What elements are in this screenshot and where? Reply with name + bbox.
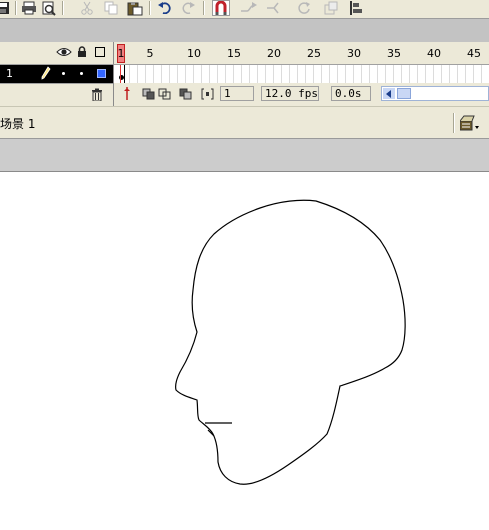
frame-rate-field[interactable]: 12.0 fps xyxy=(261,86,319,101)
lock-icon[interactable] xyxy=(77,46,87,61)
elapsed-time-field: 0.0s xyxy=(331,86,371,101)
scroll-thumb[interactable] xyxy=(397,88,411,99)
toolbar-separator xyxy=(203,1,204,15)
current-frame-field[interactable]: 1 xyxy=(220,86,254,101)
smooth-icon[interactable] xyxy=(240,0,258,16)
scroll-left-icon[interactable] xyxy=(383,88,395,99)
layer-outline-color-icon[interactable] xyxy=(97,69,106,78)
stage-canvas[interactable] xyxy=(0,172,489,530)
print-preview-icon[interactable] xyxy=(40,0,58,16)
cut-icon[interactable] xyxy=(78,0,96,16)
timeline-status-bar: 1 12.0 fps 0.0s xyxy=(113,83,489,106)
frame-tick-label: 15 xyxy=(227,47,241,60)
layer-footer xyxy=(0,83,113,106)
frame-tick-label: 45 xyxy=(467,47,481,60)
edit-multiple-frames-icon[interactable] xyxy=(178,87,192,100)
frame-tick-label: 20 xyxy=(267,47,281,60)
main-toolbar xyxy=(0,0,489,18)
pencil-icon xyxy=(41,66,51,83)
center-frame-icon[interactable] xyxy=(120,87,134,100)
onion-skin-outlines-icon[interactable] xyxy=(157,87,171,100)
frame-row[interactable] xyxy=(113,65,489,83)
straighten-icon[interactable] xyxy=(266,0,284,16)
layer-header xyxy=(0,42,113,65)
frame-ruler[interactable]: 1 5 10 15 20 25 30 35 40 45 xyxy=(113,42,489,65)
head-outline-drawing[interactable] xyxy=(175,199,406,485)
toolbar-gap xyxy=(0,18,489,42)
frame-tick-label: 30 xyxy=(347,47,361,60)
scene-label[interactable]: 场景 1 xyxy=(0,115,35,132)
frame-tick-label: 40 xyxy=(427,47,441,60)
visibility-dot-icon[interactable] xyxy=(62,72,65,75)
outline-toggle-icon[interactable] xyxy=(95,47,105,57)
toolbar-separator xyxy=(15,1,16,15)
modify-onion-markers-icon[interactable] xyxy=(200,87,214,100)
onion-skin-icon[interactable] xyxy=(141,87,155,100)
timeline-horizontal-scrollbar[interactable] xyxy=(381,86,489,101)
print-icon[interactable] xyxy=(20,0,38,16)
frame-tick-label: 10 xyxy=(187,47,201,60)
lock-dot-icon[interactable] xyxy=(80,72,83,75)
copy-icon[interactable] xyxy=(102,0,120,16)
scale-icon[interactable] xyxy=(322,0,340,16)
stage-pasteboard xyxy=(0,138,489,172)
trash-icon[interactable] xyxy=(91,88,103,104)
redo-icon[interactable] xyxy=(180,0,198,16)
save-icon[interactable] xyxy=(0,0,12,16)
snap-magnet-icon[interactable] xyxy=(212,0,230,16)
timeline-panel: 1 1 5 10 15 20 25 30 35 40 45 1 12.0 fps… xyxy=(0,42,489,106)
rotate-icon[interactable] xyxy=(295,0,313,16)
frame-tick-label: 5 xyxy=(146,47,154,60)
scene-bar-separator xyxy=(453,113,454,133)
frame-tick-label: 1 xyxy=(117,47,125,60)
scene-bar: 场景 1 xyxy=(0,106,489,138)
playhead-line xyxy=(120,65,121,83)
show-hide-eye-icon[interactable] xyxy=(56,47,72,60)
edit-scene-icon[interactable] xyxy=(459,115,480,134)
toolbar-separator xyxy=(62,1,63,15)
layer-name: 1 xyxy=(6,67,13,80)
frame-tick-label: 35 xyxy=(387,47,401,60)
toolbar-separator xyxy=(149,1,150,15)
paste-icon[interactable] xyxy=(126,0,144,16)
layer-row[interactable]: 1 xyxy=(0,65,113,83)
keyframe-cell[interactable] xyxy=(117,65,125,83)
undo-icon[interactable] xyxy=(155,0,173,16)
frame-tick-label: 25 xyxy=(307,47,321,60)
align-icon[interactable] xyxy=(348,0,366,16)
